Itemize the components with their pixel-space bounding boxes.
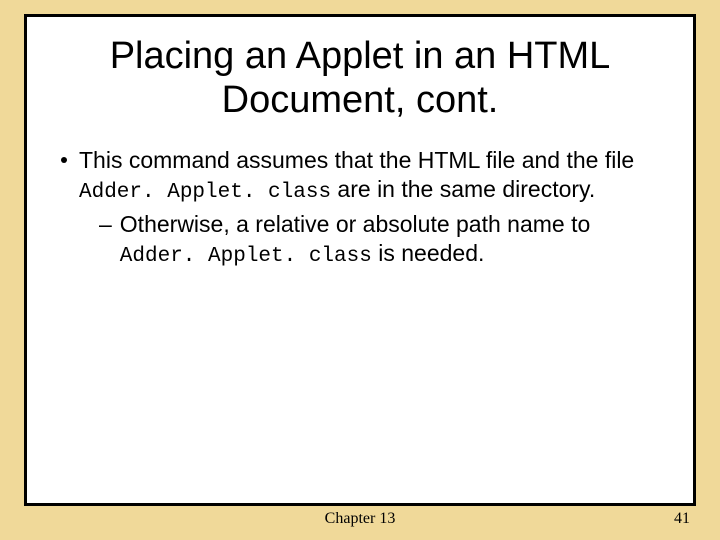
sub-bullet-item: – Otherwise, a relative or absolute path…	[99, 210, 665, 270]
bullet-text-before: This command assumes that the HTML file …	[79, 147, 634, 173]
bullet-content: This command assumes that the HTML file …	[79, 146, 665, 270]
footer-page-number: 41	[674, 510, 690, 528]
slide-content-box: Placing an Applet in an HTML Document, c…	[24, 14, 696, 506]
bullet-dot-icon	[61, 157, 67, 163]
footer-chapter: Chapter 13	[0, 510, 720, 528]
body-text-block: This command assumes that the HTML file …	[55, 146, 665, 270]
sub-text-after: is needed.	[372, 240, 485, 266]
slide-title: Placing an Applet in an HTML Document, c…	[55, 35, 665, 122]
code-literal-2: Adder. Applet. class	[120, 245, 372, 268]
bullet-item: This command assumes that the HTML file …	[61, 146, 665, 270]
dash-icon: –	[99, 210, 112, 239]
sub-bullet-content: Otherwise, a relative or absolute path n…	[120, 210, 665, 270]
footer: Chapter 13 41	[0, 510, 720, 532]
bullet-text-after: are in the same directory.	[331, 176, 595, 202]
code-literal-1: Adder. Applet. class	[79, 181, 331, 204]
sub-text-before: Otherwise, a relative or absolute path n…	[120, 211, 590, 237]
